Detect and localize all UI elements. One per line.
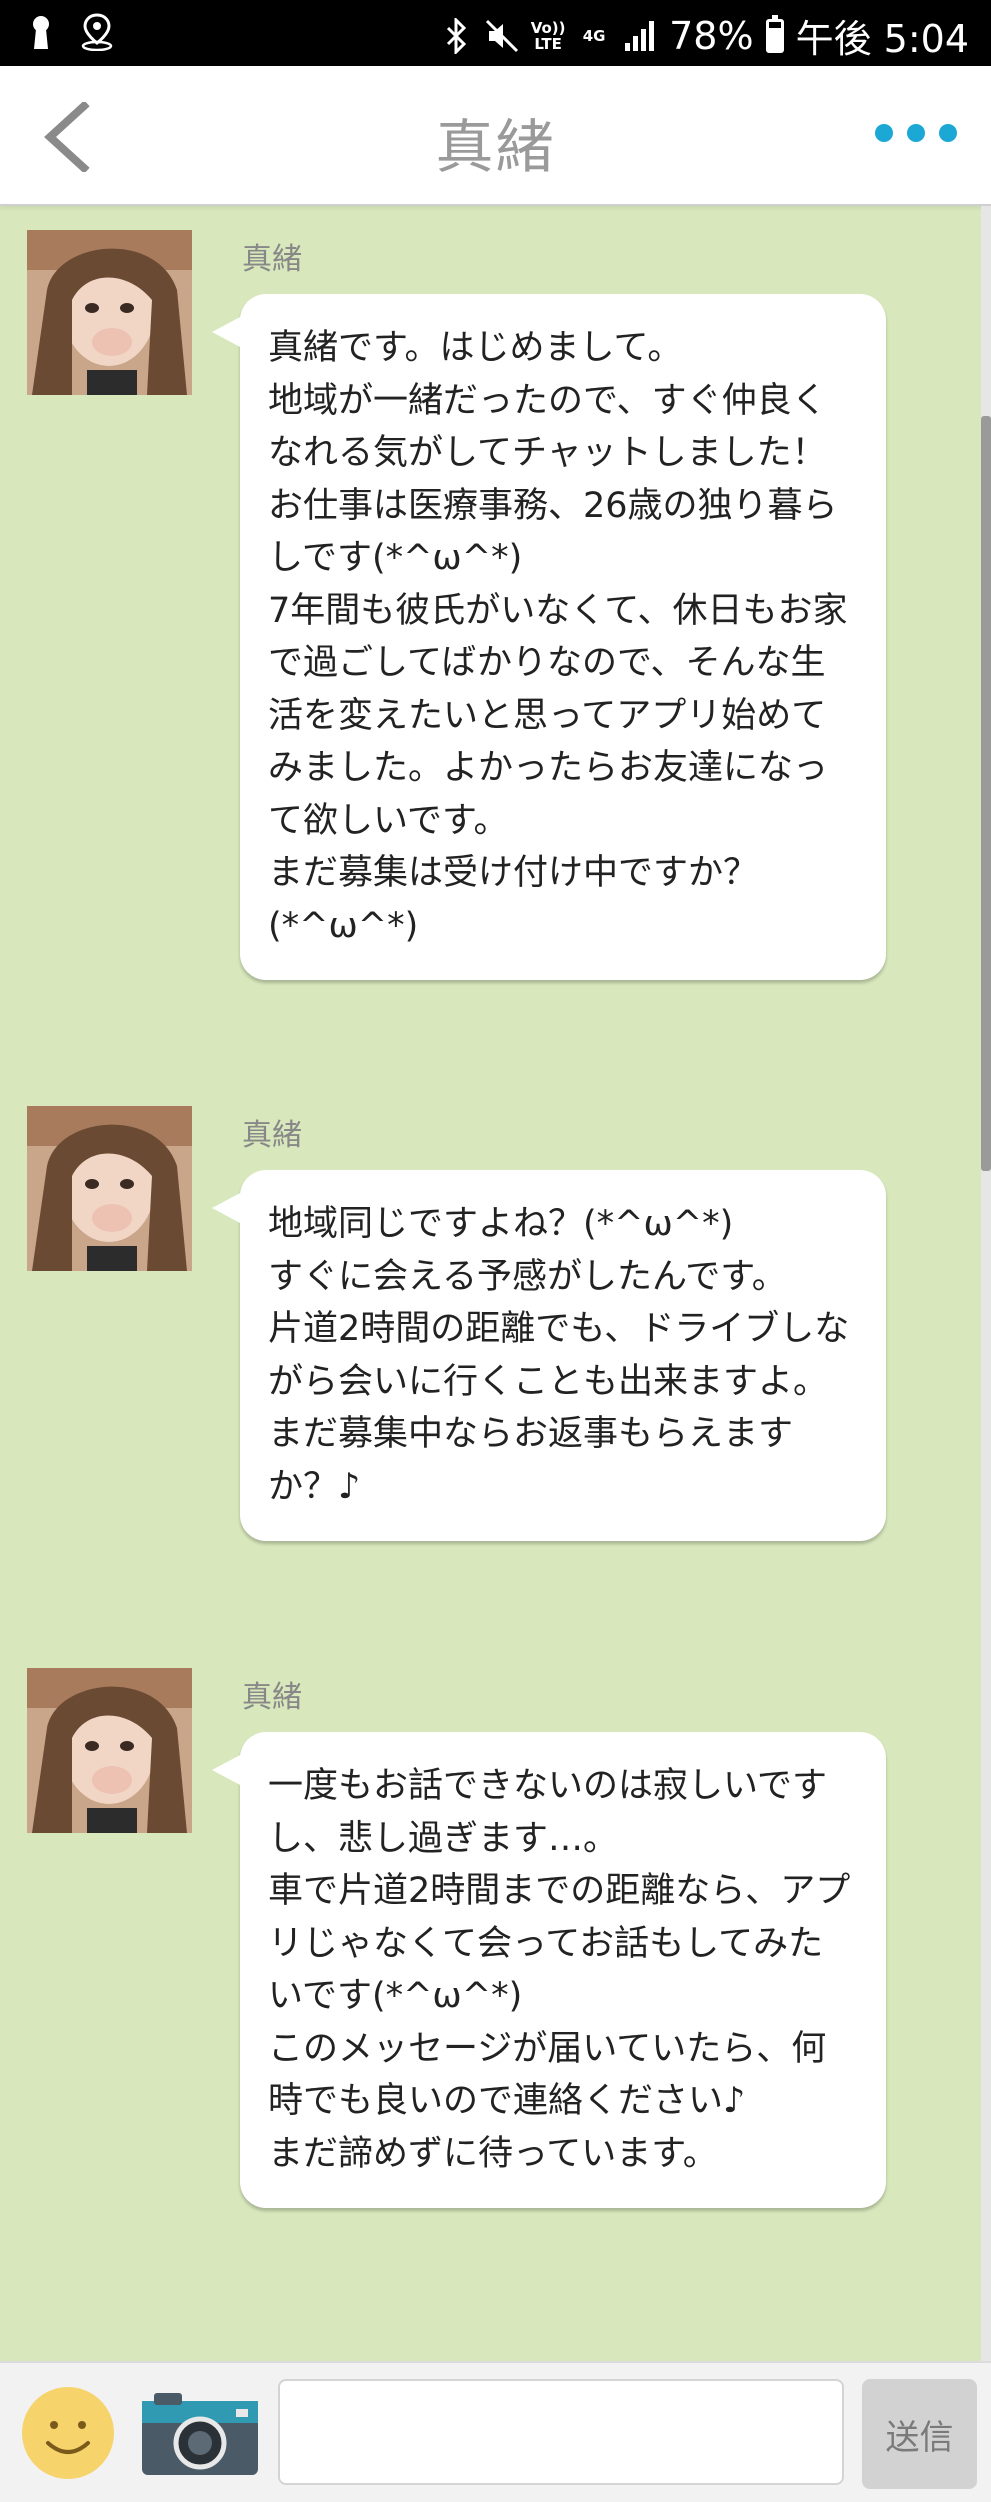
scrollbar-thumb[interactable] — [981, 416, 991, 1171]
more-dots-icon — [875, 124, 893, 142]
message-bubble: 地域同じですよね？(*^ω^*) すぐに会える予感がしたんです。 片道2時間の距… — [212, 1170, 886, 1541]
message-input[interactable] — [278, 2379, 844, 2485]
message-bubble: 一度もお話できないのは寂しいですし、悲し過ぎます…。 車で片道2時間までの距離な… — [212, 1732, 886, 2208]
battery-icon — [765, 14, 784, 53]
volte-icon: Vo)) LTE — [530, 18, 566, 53]
send-button[interactable]: 送信 — [862, 2379, 977, 2489]
bluetooth-icon — [439, 16, 473, 56]
status-left-icons — [24, 12, 114, 52]
battery-percent: 78% — [669, 13, 754, 58]
status-right-icons: Vo)) LTE 4G 78% 午後 5:04 — [439, 8, 969, 63]
message-bubble: 真緒です。はじめまして。 地域が一緒だったので、すぐ仲良くなれる気がしてチャット… — [212, 294, 886, 980]
sender-name: 真緒 — [242, 1118, 302, 1153]
avatar[interactable] — [27, 1668, 192, 1833]
keyhole-icon — [24, 12, 58, 52]
sender-name: 真緒 — [242, 1680, 302, 1715]
location-pin-icon — [80, 12, 114, 52]
sender-name: 真緒 — [242, 242, 302, 277]
status-bar: Vo)) LTE 4G 78% 午後 5:04 — [0, 0, 991, 66]
avatar[interactable] — [27, 1106, 192, 1271]
avatar[interactable] — [27, 230, 192, 395]
more-options-button[interactable] — [875, 124, 957, 142]
clock: 午後 5:04 — [795, 17, 969, 61]
smiley-icon — [22, 2387, 114, 2479]
mute-icon — [485, 16, 519, 56]
camera-button[interactable] — [140, 2391, 260, 2477]
chat-scrollbar[interactable] — [981, 206, 991, 2361]
signal-icon — [623, 16, 657, 56]
chat-header: 真緒 — [0, 66, 991, 206]
chat-area[interactable]: 真緒 真緒です。はじめまして。 地域が一緒だったので、すぐ仲良くなれる気がしてチ… — [0, 206, 991, 2361]
network-4g-icon: 4G — [582, 26, 606, 45]
camera-icon — [142, 2393, 258, 2475]
input-bar: 送信 — [0, 2361, 991, 2502]
page-title: 真緒 — [435, 113, 556, 181]
emoji-button[interactable] — [20, 2385, 116, 2481]
